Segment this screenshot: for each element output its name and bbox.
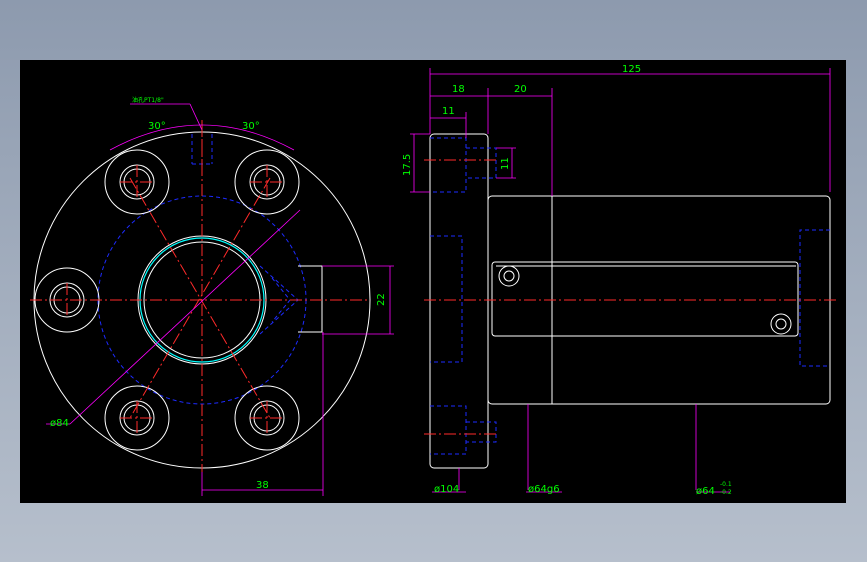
front-view: 30° 30° 油孔PT1/8" ø84 38 22 bbox=[30, 96, 394, 496]
oil-hole-note: 油孔PT1/8" bbox=[132, 96, 164, 104]
dia64g6-label: ø64g6 bbox=[528, 484, 560, 495]
dim18-label: 18 bbox=[452, 84, 465, 95]
dia104-label: ø104 bbox=[434, 484, 459, 495]
dim125-label: 125 bbox=[622, 64, 641, 75]
side-view: 125 18 20 11 17.5 11 ø104 ø64g6 ø64 -0.1 bbox=[402, 64, 838, 497]
dim17-label: 17.5 bbox=[402, 154, 413, 176]
cad-drawing: 30° 30° 油孔PT1/8" ø84 38 22 125 18 20 11 … bbox=[30, 64, 838, 497]
angle-right-label: 30° bbox=[242, 121, 260, 132]
dia84-leader bbox=[69, 209, 301, 425]
dim38-label: 38 bbox=[256, 480, 269, 491]
dim11v-label: 11 bbox=[500, 157, 511, 170]
angle-left-label: 30° bbox=[148, 121, 166, 132]
dim11h-label: 11 bbox=[442, 106, 455, 117]
dia64-label: ø64 bbox=[696, 486, 715, 497]
key-slot bbox=[298, 265, 323, 333]
dia84-label: ø84 bbox=[50, 418, 69, 429]
dim20-label: 20 bbox=[514, 84, 527, 95]
dia64-tol-upper: -0.1 bbox=[720, 481, 732, 488]
cad-viewport[interactable]: 30° 30° 油孔PT1/8" ø84 38 22 125 18 20 11 … bbox=[20, 60, 846, 503]
dim22-label: 22 bbox=[376, 293, 387, 306]
dia64-tol-lower: -0.2 bbox=[720, 489, 732, 496]
return-slot bbox=[491, 261, 799, 337]
flange-plate bbox=[429, 133, 489, 469]
